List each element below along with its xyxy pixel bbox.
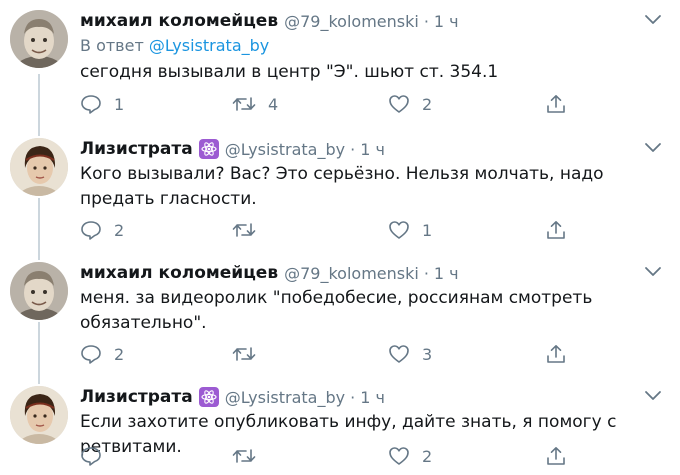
share-button[interactable] [546, 342, 566, 366]
reply-button[interactable]: 2 [80, 342, 124, 366]
separator-dot: · [423, 263, 429, 283]
reply-count: 2 [114, 344, 125, 364]
like-count: 2 [422, 446, 433, 466]
retweet-count: 4 [268, 94, 279, 114]
chevron-down-icon[interactable] [644, 142, 662, 154]
retweet-button[interactable] [232, 218, 268, 242]
like-count: 2 [422, 94, 433, 114]
retweet-icon [232, 97, 256, 111]
avatar[interactable] [10, 138, 68, 196]
like-button[interactable]: 2 [388, 444, 432, 468]
reply-mention-link[interactable]: @Lysistrata_by [149, 36, 269, 55]
like-count: 3 [422, 344, 433, 364]
reply-context: В ответ @Lysistrata_by [80, 36, 269, 55]
like-count: 1 [422, 220, 433, 240]
share-icon [547, 221, 565, 239]
tweet[interactable]: Лизистрата @Lysistrata_by · 1 ч Кого выз… [0, 136, 680, 254]
share-icon [547, 447, 565, 465]
reply-prefix: В ответ [80, 36, 144, 55]
reply-count: 2 [114, 220, 125, 240]
share-button[interactable] [546, 444, 566, 468]
user-handle[interactable]: @79_kolomenski [284, 264, 419, 283]
heart-icon [389, 221, 409, 239]
reply-count: 1 [114, 94, 125, 114]
separator-dot: · [350, 139, 356, 159]
tweet[interactable]: Лизистрата @Lysistrata_by · 1 ч Если зах… [0, 384, 680, 475]
tweet-text: Кого вызывали? Вас? Это серьёзно. Нельзя… [80, 164, 604, 209]
display-name[interactable]: Лизистрата [80, 387, 193, 407]
chevron-down-icon[interactable] [644, 14, 662, 26]
like-button[interactable]: 3 [388, 342, 432, 366]
display-name[interactable]: михаил коломейцев [80, 11, 278, 31]
chevron-down-icon[interactable] [644, 266, 662, 278]
avatar[interactable] [10, 262, 68, 320]
retweet-icon [232, 223, 256, 237]
avatar[interactable] [10, 386, 68, 444]
timestamp[interactable]: 1 ч [360, 388, 385, 407]
heart-icon [389, 345, 409, 363]
tweet-text: меня. за видеоролик "победобесие, россия… [80, 288, 593, 333]
reply-icon [81, 221, 101, 240]
tweet-header: Лизистрата @Lysistrata_by · 1 ч [80, 384, 385, 410]
like-button[interactable]: 1 [388, 218, 432, 242]
retweet-button[interactable]: 4 [232, 92, 278, 116]
timestamp[interactable]: 1 ч [434, 12, 459, 31]
share-icon [547, 95, 565, 113]
tweet-header: михаил коломейцев @79_kolomenski · 1 ч [80, 260, 459, 286]
reply-button[interactable]: 2 [80, 218, 124, 242]
share-button[interactable] [546, 92, 566, 116]
reply-icon [81, 95, 101, 114]
display-name[interactable]: михаил коломейцев [80, 263, 278, 283]
retweet-button[interactable] [232, 342, 268, 366]
reply-button[interactable] [80, 444, 114, 468]
reply-icon [81, 447, 101, 466]
display-name[interactable]: Лизистрата [80, 139, 193, 159]
share-icon [547, 345, 565, 363]
retweet-icon [232, 449, 256, 463]
heart-icon [389, 447, 409, 465]
chevron-down-icon[interactable] [644, 390, 662, 402]
separator-dot: · [350, 387, 356, 407]
tweet[interactable]: михаил коломейцев @79_kolomenski · 1 ч В… [0, 8, 680, 126]
separator-dot: · [423, 11, 429, 31]
timestamp[interactable]: 1 ч [360, 140, 385, 159]
user-handle[interactable]: @Lysistrata_by [225, 388, 345, 407]
reply-icon [81, 345, 101, 364]
user-handle[interactable]: @Lysistrata_by [225, 140, 345, 159]
heart-icon [389, 95, 409, 113]
like-button[interactable]: 2 [388, 92, 432, 116]
tweet[interactable]: михаил коломейцев @79_kolomenski · 1 ч м… [0, 260, 680, 378]
avatar[interactable] [10, 10, 68, 68]
retweet-button[interactable] [232, 444, 268, 468]
tweet-header: Лизистрата @Lysistrata_by · 1 ч [80, 136, 385, 162]
share-button[interactable] [546, 218, 566, 242]
atom-icon [198, 139, 219, 159]
user-handle[interactable]: @79_kolomenski [284, 12, 419, 31]
retweet-icon [232, 347, 256, 361]
tweet-text: сегодня вызывали в центр "Э". шьют ст. 3… [80, 62, 499, 82]
tweet-text: Если захотите опубликовать инфу, дайте з… [80, 412, 617, 457]
reply-button[interactable]: 1 [80, 92, 124, 116]
tweet-header: михаил коломейцев @79_kolomenski · 1 ч [80, 8, 459, 34]
timestamp[interactable]: 1 ч [434, 264, 459, 283]
atom-icon [198, 387, 219, 407]
